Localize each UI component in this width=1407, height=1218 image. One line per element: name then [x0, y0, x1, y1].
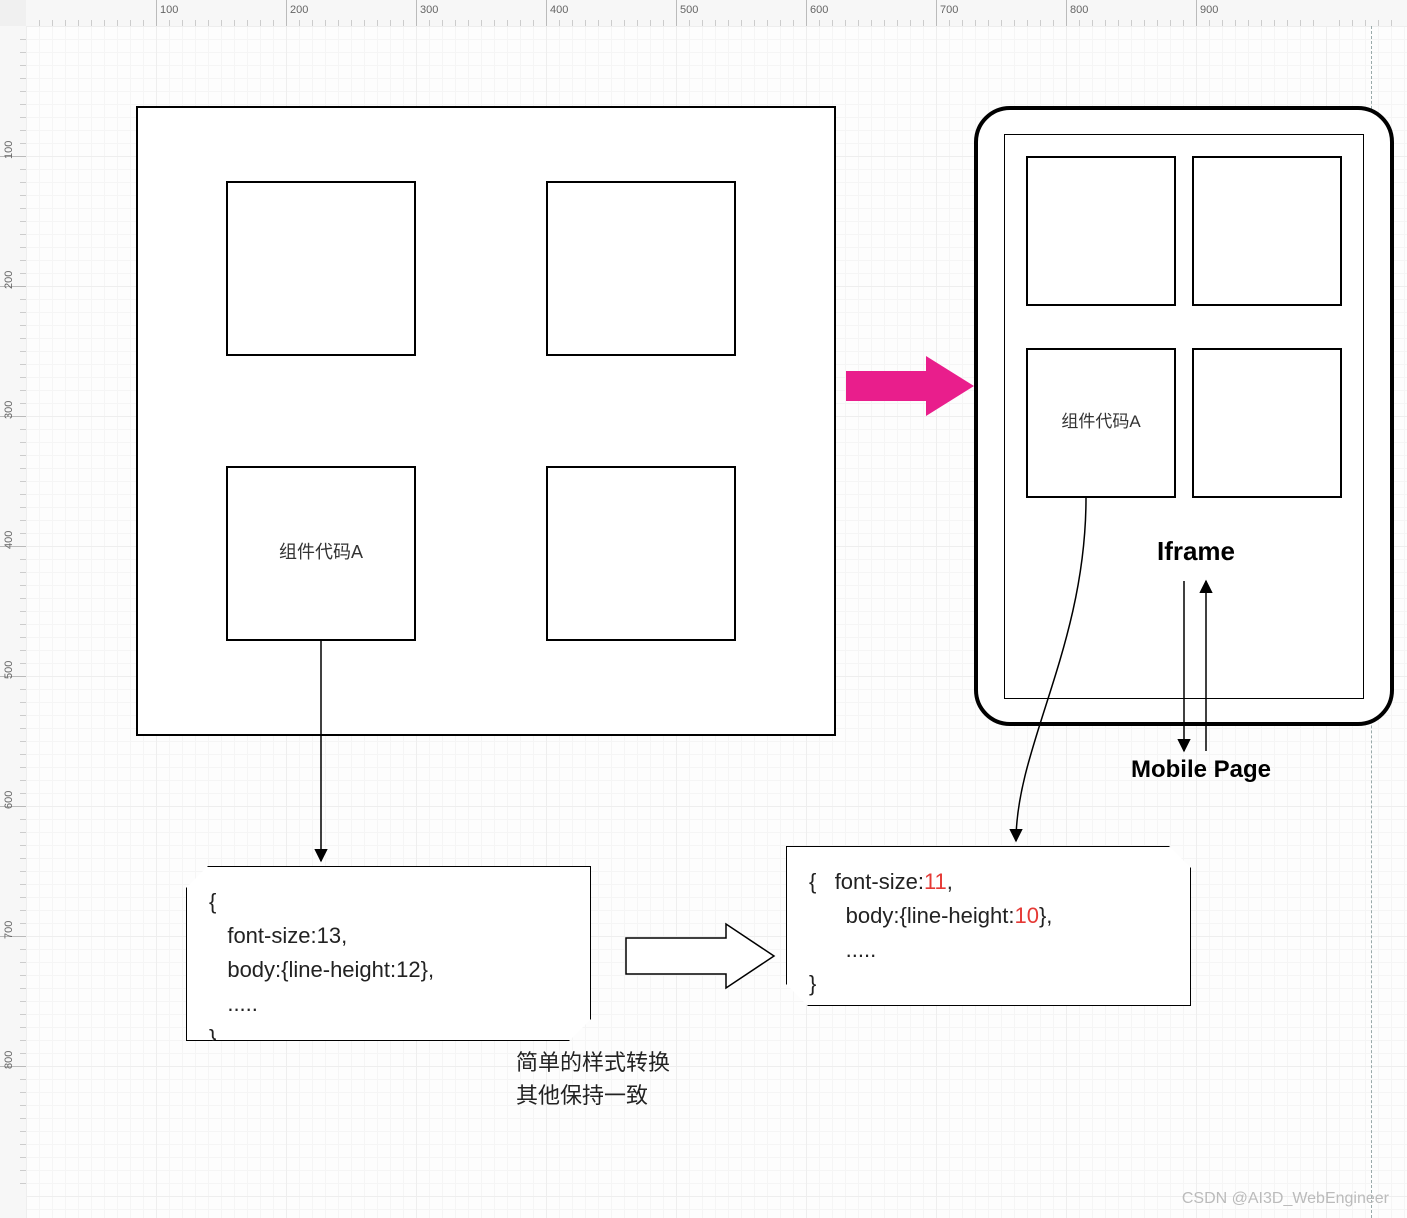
- ruler-vertical: 100200300400500600700800: [0, 26, 27, 1218]
- diagram-stage: 100200300400500600700800900 100200300400…: [0, 0, 1407, 1218]
- ruler-corner: [0, 0, 27, 27]
- arrow-desktop-to-mobile: [846, 356, 974, 416]
- watermark: CSDN @AI3D_WebEngineer: [1182, 1190, 1389, 1208]
- arrows-layer: [26, 26, 1407, 1218]
- ruler-horizontal: 100200300400500600700800900: [26, 0, 1407, 27]
- arrow-note-to-note: [626, 924, 774, 988]
- arrow-mobile-to-note: [1016, 498, 1086, 841]
- canvas[interactable]: 组件代码A 组件代码A Iframe Mobile Page { font-si…: [26, 26, 1407, 1218]
